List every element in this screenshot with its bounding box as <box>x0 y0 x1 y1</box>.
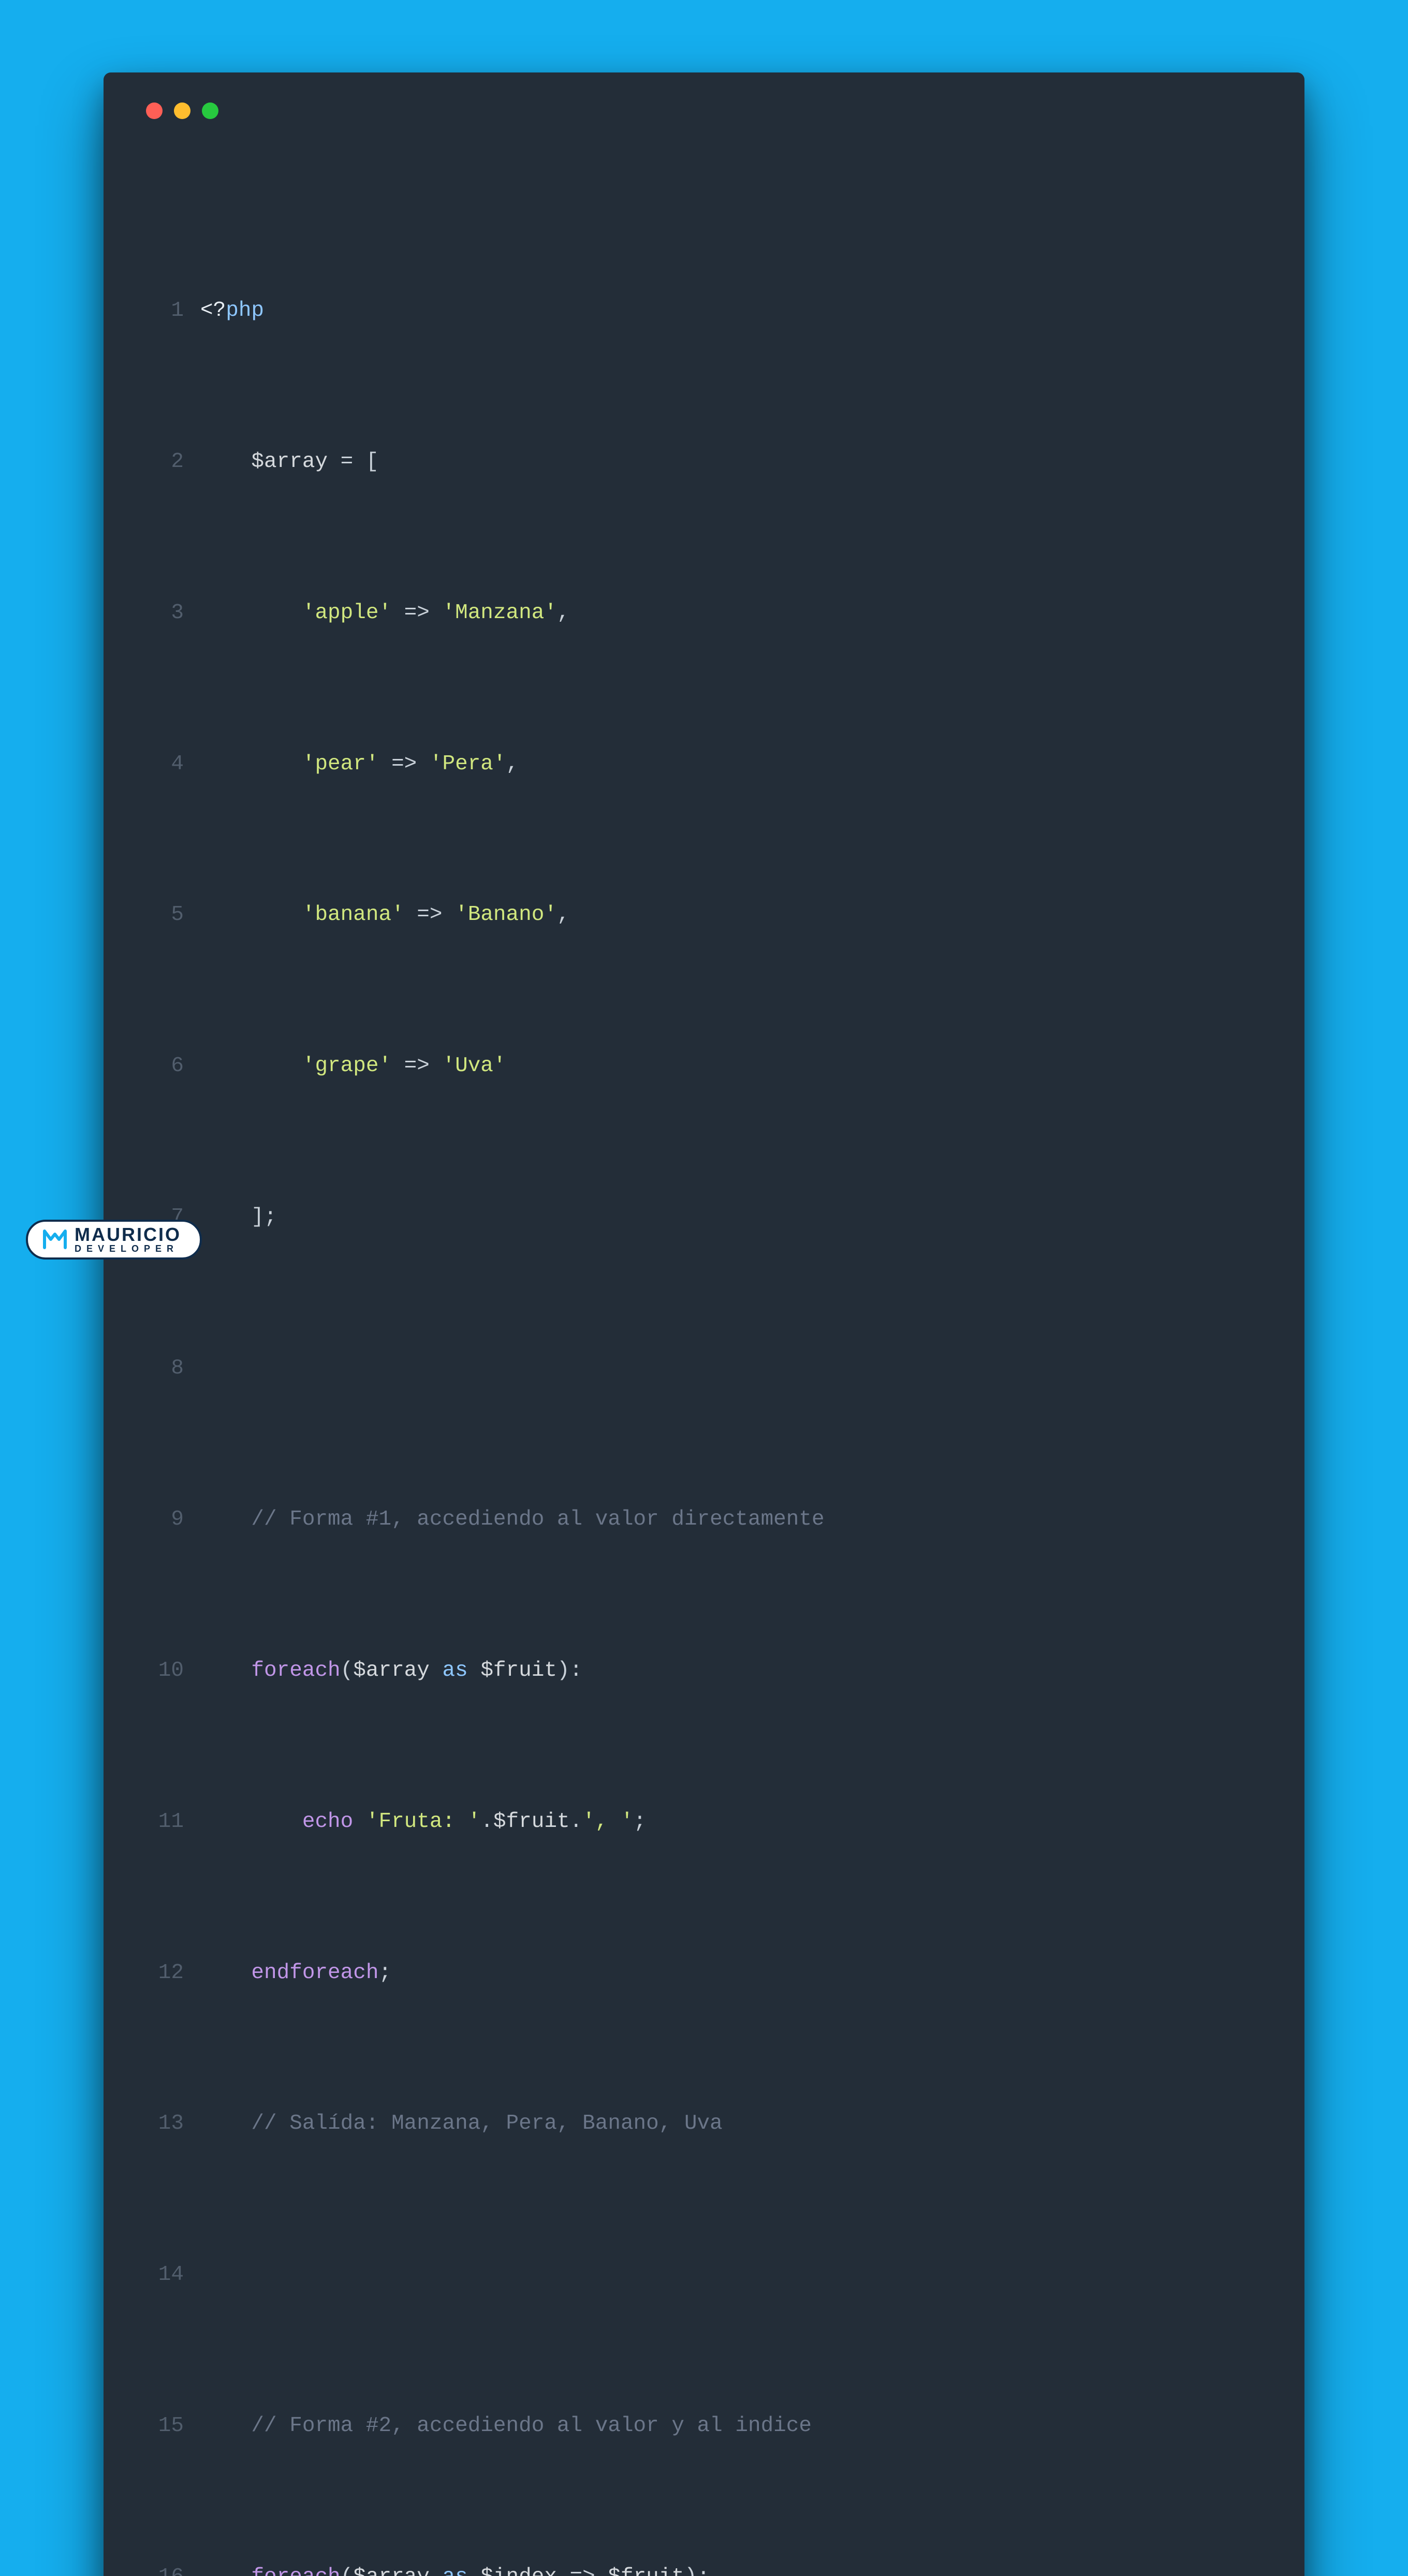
window-traffic-lights <box>146 103 1273 119</box>
line-number: 15 <box>135 2407 200 2445</box>
badge-name: MAURICIO <box>75 1226 181 1243</box>
code-line: 14 <box>135 2256 1273 2294</box>
code-content: 'grape' => 'Uva' <box>200 1047 1273 1085</box>
code-line: 7 ]; <box>135 1198 1273 1236</box>
code-line: 15 // Forma #2, accediendo al valor y al… <box>135 2407 1273 2445</box>
logo-icon <box>42 1227 67 1252</box>
code-line: 11 echo 'Fruta: '.$fruit.', '; <box>135 1803 1273 1841</box>
code-content: // Forma #1, accediendo al valor directa… <box>200 1501 1273 1539</box>
code-content: 'pear' => 'Pera', <box>200 745 1273 783</box>
code-line: 16 foreach($array as $index => $fruit): <box>135 2558 1273 2576</box>
line-number: 8 <box>135 1350 200 1387</box>
code-line: 12 endforeach; <box>135 1954 1273 1992</box>
code-line: 6 'grape' => 'Uva' <box>135 1047 1273 1085</box>
code-content: endforeach; <box>200 1954 1273 1992</box>
code-content: <?php <box>200 292 1273 330</box>
line-number: 1 <box>135 292 200 330</box>
line-number: 11 <box>135 1803 200 1841</box>
line-number: 13 <box>135 2105 200 2143</box>
code-line: 3 'apple' => 'Manzana', <box>135 594 1273 632</box>
code-block: 1 <?php 2 $array = [ 3 'apple' => 'Manza… <box>135 141 1273 2576</box>
line-number: 2 <box>135 443 200 481</box>
line-number: 6 <box>135 1047 200 1085</box>
code-line: 9 // Forma #1, accediendo al valor direc… <box>135 1501 1273 1539</box>
line-number: 9 <box>135 1501 200 1539</box>
line-number: 16 <box>135 2558 200 2576</box>
line-number: 5 <box>135 896 200 934</box>
line-number: 3 <box>135 594 200 632</box>
code-content: echo 'Fruta: '.$fruit.', '; <box>200 1803 1273 1841</box>
code-line: 1 <?php <box>135 292 1273 330</box>
code-content: ]; <box>200 1198 1273 1236</box>
zoom-dot-icon <box>202 103 218 119</box>
line-number: 14 <box>135 2256 200 2294</box>
code-content: // Forma #2, accediendo al valor y al in… <box>200 2407 1273 2445</box>
code-content: $array = [ <box>200 443 1273 481</box>
code-line: 10 foreach($array as $fruit): <box>135 1652 1273 1690</box>
author-badge: MAURICIO DEVELOPER <box>26 1220 202 1260</box>
code-line: 8 <box>135 1350 1273 1387</box>
badge-text: MAURICIO DEVELOPER <box>75 1226 181 1253</box>
code-line: 13 // Salída: Manzana, Pera, Banano, Uva <box>135 2105 1273 2143</box>
badge-sub: DEVELOPER <box>75 1245 181 1253</box>
code-line: 5 'banana' => 'Banano', <box>135 896 1273 934</box>
code-line: 4 'pear' => 'Pera', <box>135 745 1273 783</box>
code-line: 2 $array = [ <box>135 443 1273 481</box>
line-number: 12 <box>135 1954 200 1992</box>
close-dot-icon <box>146 103 163 119</box>
minimize-dot-icon <box>174 103 190 119</box>
line-number: 10 <box>135 1652 200 1690</box>
code-content: foreach($array as $fruit): <box>200 1652 1273 1690</box>
code-content: 'apple' => 'Manzana', <box>200 594 1273 632</box>
line-number: 4 <box>135 745 200 783</box>
code-content: 'banana' => 'Banano', <box>200 896 1273 934</box>
code-editor-window: 1 <?php 2 $array = [ 3 'apple' => 'Manza… <box>104 72 1304 2576</box>
code-content: // Salída: Manzana, Pera, Banano, Uva <box>200 2105 1273 2143</box>
code-content: foreach($array as $index => $fruit): <box>200 2558 1273 2576</box>
